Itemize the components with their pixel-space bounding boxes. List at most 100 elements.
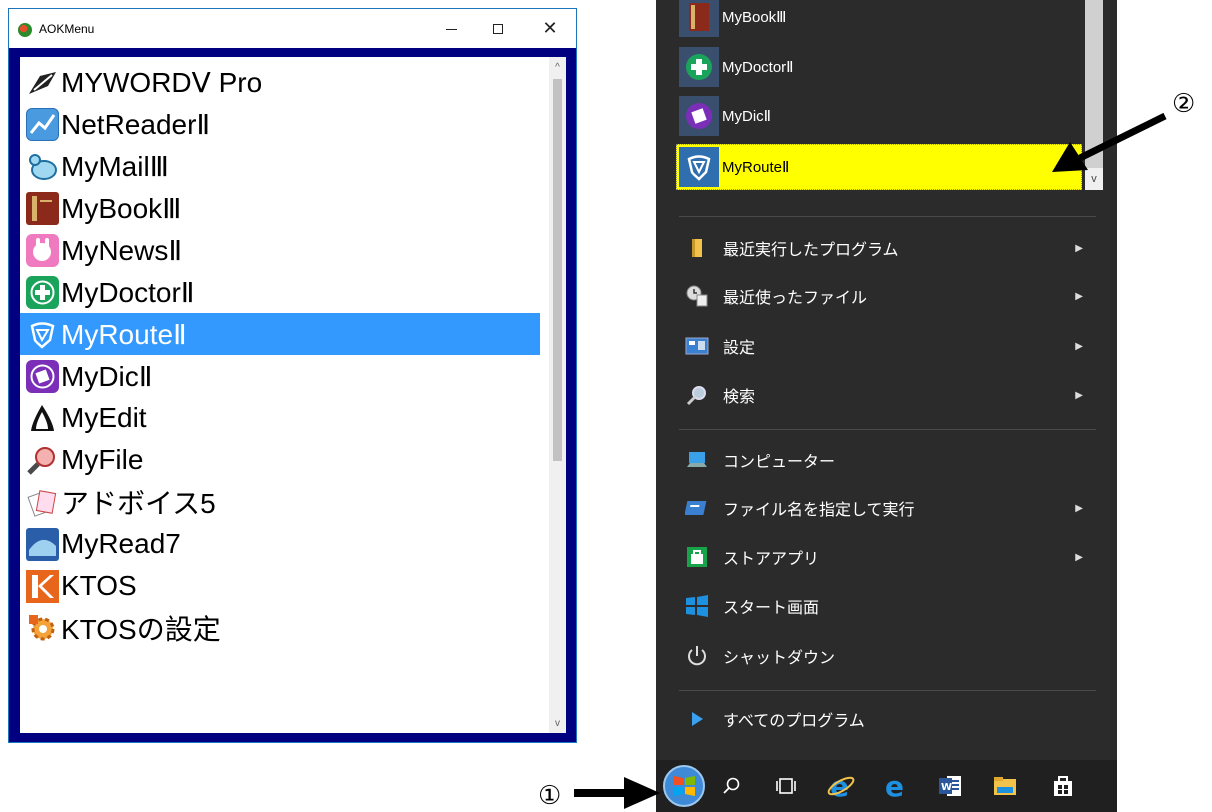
menu-shutdown[interactable]: シャットダウン [683,634,1083,678]
submenu-arrow-icon: ▶ [1075,551,1083,563]
list-scrollbar-thumb[interactable] [553,79,562,461]
annotation-marker-2: ② [1172,88,1196,118]
list-item-advoice[interactable]: アドボイス5 [20,481,540,523]
task-view-icon[interactable] [766,768,806,804]
menu-search[interactable]: 検索 ▶ [683,373,1083,417]
power-icon [683,642,711,670]
submenu-arrow-icon: ▶ [1075,502,1083,514]
submenu-arrow-icon: ▶ [1075,389,1083,401]
maximize-button[interactable] [475,9,521,48]
aokmenu-app-icon [18,23,32,37]
dictionary-icon [679,96,719,136]
list-item-label: MYWORDⅤ Pro [61,66,263,98]
start-orb-icon[interactable] [660,762,708,810]
pen-nib-icon [26,66,59,99]
separator [679,216,1096,217]
list-item-mybook[interactable]: MyBookⅢ [20,187,540,229]
route-shield-icon [26,318,59,351]
separator [679,429,1096,430]
edge-icon[interactable]: e [876,768,916,804]
program-list[interactable]: MYWORDⅤ Pro NetReaderⅡ MyMailⅢ MyBookⅢ M… [20,57,566,733]
settings-gear-icon [26,612,59,645]
list-item-label: MyMailⅢ [61,150,169,182]
menu-computer[interactable]: コンピューター [683,438,1083,482]
list-item-netreader[interactable]: NetReaderⅡ [20,103,540,145]
list-item-mynews[interactable]: MyNewsⅡ [20,229,540,271]
list-item-label: MyFile [61,444,144,475]
reader-icon [26,527,59,561]
list-item-mydic[interactable]: MyDicⅡ [20,355,540,397]
annotation-arrow-1 [574,777,660,809]
menu-recent-programs[interactable]: 最近実行したプログラム ▶ [683,226,1083,270]
menu-recent-files[interactable]: 最近使ったファイル ▶ [683,274,1083,318]
start-app-mybook[interactable]: MyBookⅢ [722,0,787,37]
cards-icon [26,486,59,519]
scroll-up-button[interactable]: ^ [549,59,566,77]
ktos-k-icon [26,569,59,603]
book-icon [679,0,719,37]
bird-icon [26,150,59,183]
list-item-label: MyBookⅢ [61,192,182,224]
list-item-ktos[interactable]: KTOS [20,565,540,607]
menu-run[interactable]: ファイル名を指定して実行 ▶ [683,486,1083,530]
list-item-myedit[interactable]: MyEdit [20,397,540,439]
magnifier-file-icon [26,444,59,477]
list-item-myread7[interactable]: MyRead7 [20,523,540,565]
scroll-down-button[interactable]: v [549,715,566,733]
file-explorer-icon[interactable] [985,768,1025,804]
search-icon [683,381,711,409]
windows-logo-icon [683,592,711,620]
menu-all-programs[interactable]: すべてのプログラム [683,697,1083,741]
store-bag-icon[interactable] [1043,768,1083,804]
control-panel-icon [683,332,711,360]
menu-label: 最近使ったファイル [723,290,868,307]
svg-text:e: e [885,771,904,801]
window-title: AOKMenu [39,22,95,36]
computer-icon [683,446,711,474]
list-item-label: KTOS [61,570,137,601]
start-app-mydoctor[interactable]: MyDoctorⅡ [722,47,794,87]
menu-label: 設定 [723,340,756,357]
recent-files-icon [683,282,711,310]
run-icon [683,494,711,522]
news-bunny-icon [26,233,59,267]
play-arrow-icon [683,705,711,733]
word-icon[interactable]: W [930,768,970,804]
list-item-label: MyDoctorⅡ [61,276,195,308]
list-item-label: KTOSの設定 [61,614,221,645]
list-item-label: MyRouteⅡ [61,318,187,350]
dictionary-icon [26,359,59,393]
list-item-myroute[interactable]: MyRouteⅡ [20,313,540,355]
list-item-ktos-settings[interactable]: KTOSの設定 [20,607,540,649]
list-item-myfile[interactable]: MyFile [20,439,540,481]
menu-label: コンピューター [723,454,836,471]
medical-cross-icon [26,275,59,309]
list-item-mydoctor[interactable]: MyDoctorⅡ [20,271,540,313]
menu-label: スタート画面 [723,600,820,617]
list-item-label: MyNewsⅡ [61,234,183,266]
title-bar[interactable]: AOKMenu ✕ [9,9,576,48]
menu-label: ストアアプリ [723,551,820,568]
menu-settings[interactable]: 設定 ▶ [683,324,1083,368]
menu-label: 検索 [723,389,756,406]
route-shield-icon [679,147,719,187]
menu-label: 最近実行したプログラム [723,242,899,259]
submenu-arrow-icon: ▶ [1075,290,1083,302]
submenu-arrow-icon: ▶ [1075,340,1083,352]
list-item-myword[interactable]: MYWORDⅤ Pro [20,61,540,103]
start-app-myroute[interactable]: MyRouteⅡ [722,147,789,187]
separator [679,690,1096,691]
menu-start-screen[interactable]: スタート画面 [683,584,1083,628]
list-item-mymail[interactable]: MyMailⅢ [20,145,540,187]
penguin-icon [26,402,59,435]
menu-store-apps[interactable]: ストアアプリ ▶ [683,535,1083,579]
list-item-label: MyDicⅡ [61,360,153,392]
close-button[interactable]: ✕ [527,9,573,48]
ie-icon[interactable]: e [821,768,861,804]
menu-label: シャットダウン [723,650,836,667]
menu-label: すべてのプログラム [723,713,865,730]
start-app-mydic[interactable]: MyDicⅡ [722,96,771,136]
search-icon[interactable] [712,768,752,804]
minimize-button[interactable] [428,9,474,48]
folder-icon [683,234,711,262]
